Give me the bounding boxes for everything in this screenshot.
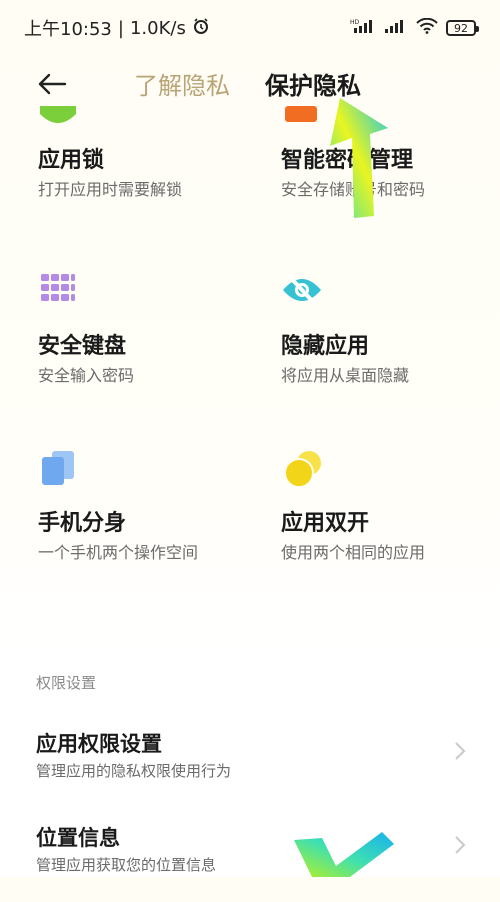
password-manager-icon — [281, 106, 321, 146]
chevron-right-icon — [455, 742, 466, 760]
second-space-icon — [38, 449, 78, 489]
list-item-desc: 管理应用的隐私权限使用行为 — [36, 762, 232, 780]
dual-apps-icon — [281, 449, 321, 489]
second-space-card[interactable]: 手机分身 一个手机两个操作空间 — [38, 449, 258, 609]
wifi-icon — [416, 17, 438, 39]
feature-desc: 安全存储账号和密码 — [281, 180, 426, 199]
svg-text:HD: HD — [350, 19, 360, 26]
feature-title: 隐藏应用 — [281, 334, 370, 359]
feature-desc: 安全输入密码 — [38, 366, 135, 385]
tab-learn-privacy[interactable]: 了解隐私 — [134, 66, 230, 101]
hide-eye-icon — [281, 272, 321, 312]
list-item-title: 位置信息 — [36, 826, 120, 850]
hide-apps-card[interactable]: 隐藏应用 将应用从桌面隐藏 — [281, 272, 500, 432]
password-manager-card[interactable]: 智能密码管理 安全存储账号和密码 — [281, 106, 500, 266]
status-time: 上午10:53 — [24, 19, 112, 40]
chevron-right-icon — [455, 836, 466, 854]
list-item-title: 应用权限设置 — [36, 732, 162, 756]
status-bar: 上午10:53 | 1.0K/s HD 92 — [0, 0, 500, 56]
keyboard-icon — [38, 272, 78, 312]
feature-desc: 一个手机两个操作空间 — [38, 543, 199, 562]
status-left: 上午10:53 | 1.0K/s — [24, 15, 210, 41]
feature-title: 应用双开 — [281, 511, 370, 536]
feature-title: 安全键盘 — [38, 334, 127, 359]
status-divider: | — [117, 17, 124, 39]
signal-icon — [384, 18, 408, 39]
battery-indicator: 92 — [446, 20, 479, 36]
location-info-item[interactable]: 位置信息 管理应用获取您的位置信息 — [0, 822, 500, 902]
app-lock-icon — [38, 106, 78, 146]
tab-protect-privacy[interactable]: 保护隐私 — [265, 66, 361, 101]
alarm-icon — [192, 17, 210, 40]
feature-title: 应用锁 — [38, 148, 105, 173]
dual-apps-card[interactable]: 应用双开 使用两个相同的应用 — [281, 449, 500, 609]
network-speed: 1.0K/s — [129, 17, 186, 39]
app-lock-card[interactable]: 应用锁 打开应用时需要解锁 — [38, 106, 258, 266]
back-arrow-icon — [38, 73, 67, 95]
permissions-section-label: 权限设置 — [36, 674, 97, 692]
app-permissions-item[interactable]: 应用权限设置 管理应用的隐私权限使用行为 — [0, 728, 500, 808]
list-item-desc: 管理应用获取您的位置信息 — [36, 856, 217, 874]
status-right: HD 92 — [350, 17, 479, 39]
header: 了解隐私 保护隐私 — [0, 56, 500, 112]
feature-desc: 打开应用时需要解锁 — [38, 180, 183, 199]
secure-keyboard-card[interactable]: 安全键盘 安全输入密码 — [38, 272, 258, 432]
feature-desc: 使用两个相同的应用 — [281, 543, 426, 562]
feature-desc: 将应用从桌面隐藏 — [281, 366, 410, 385]
hd-signal-icon: HD — [350, 18, 376, 39]
feature-title: 手机分身 — [38, 511, 127, 536]
feature-title: 智能密码管理 — [281, 148, 414, 173]
back-button[interactable] — [34, 66, 70, 102]
